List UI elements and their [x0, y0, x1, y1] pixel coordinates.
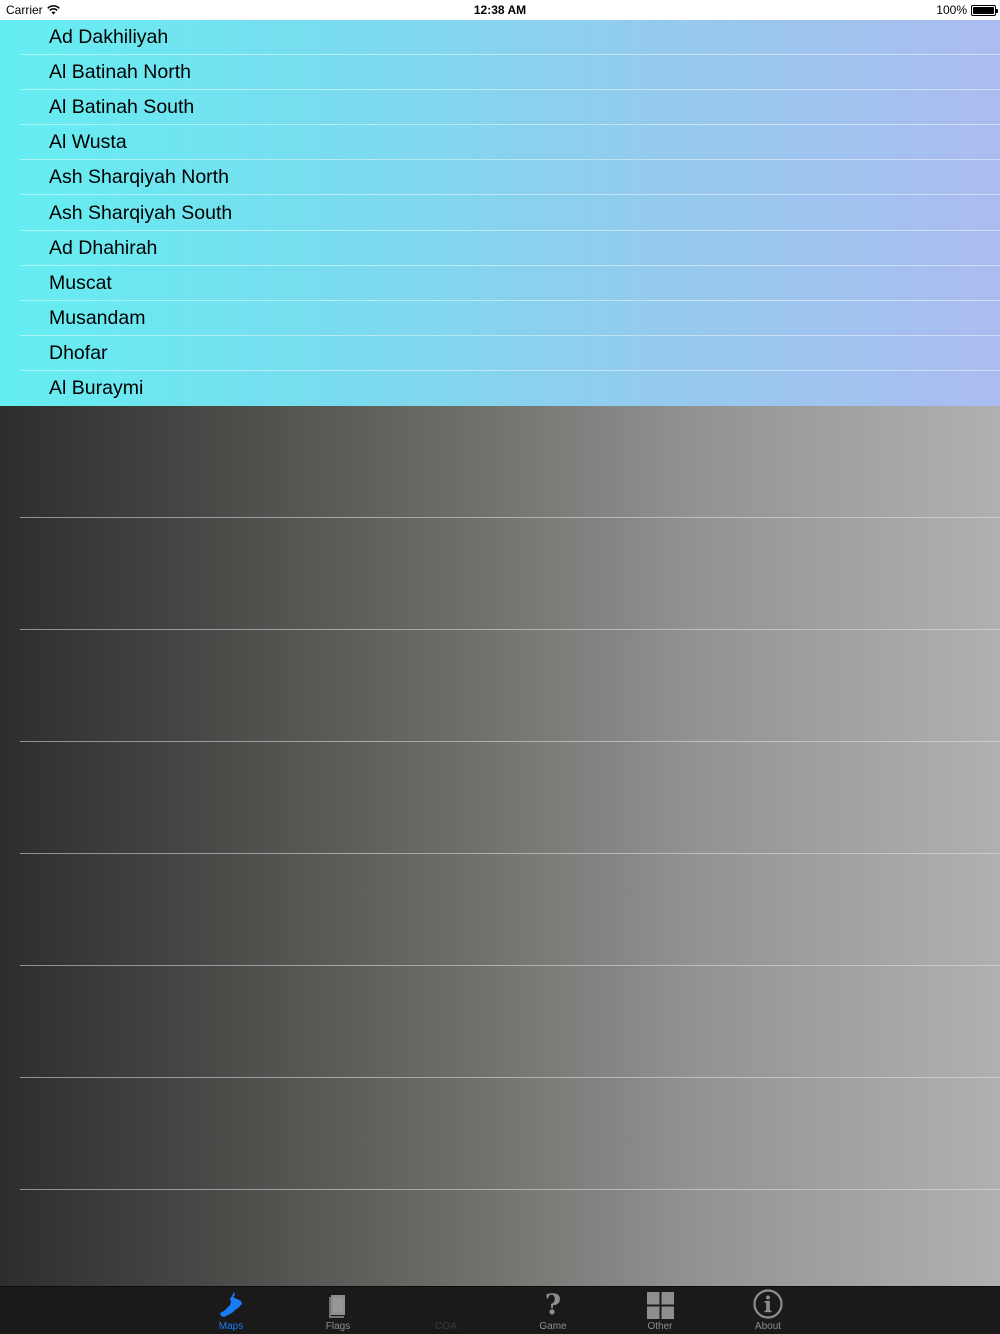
empty-row	[0, 1078, 1000, 1190]
region-label: Ash Sharqiyah South	[49, 201, 233, 224]
region-label: Al Batinah South	[49, 96, 195, 119]
battery-percent: 100%	[936, 3, 967, 17]
tab-bar: Maps Flags COA ? Game Other About	[0, 1286, 1000, 1334]
region-label: Al Buraymi	[49, 376, 144, 399]
empty-row	[0, 406, 1000, 518]
region-row[interactable]: Muscat	[0, 266, 1000, 301]
region-row[interactable]: Musandam	[0, 301, 1000, 336]
region-label: Al Wusta	[49, 131, 127, 154]
oman-map-icon	[220, 1292, 242, 1317]
empty-row	[0, 518, 1000, 630]
empty-row	[0, 630, 1000, 742]
question-mark-icon: ?	[544, 1288, 562, 1321]
empty-row	[0, 854, 1000, 966]
region-row[interactable]: Ad Dakhiliyah	[0, 20, 1000, 56]
status-right: 100%	[936, 3, 998, 17]
region-label: Musandam	[49, 306, 146, 329]
tab-label: About	[754, 1321, 782, 1332]
tab-about[interactable]: About	[728, 1287, 808, 1334]
empty-row	[0, 742, 1000, 854]
region-label: Muscat	[49, 271, 112, 294]
tab-label: COA	[435, 1321, 457, 1332]
region-row[interactable]: Ad Dhahirah	[0, 231, 1000, 266]
battery-icon	[971, 4, 998, 16]
tab-coa[interactable]: COA	[406, 1287, 486, 1334]
empty-row	[0, 966, 1000, 1078]
tab-label: Flags	[325, 1321, 351, 1332]
region-label: Ash Sharqiyah North	[49, 166, 229, 189]
region-row[interactable]: Al Batinah South	[0, 90, 1000, 126]
battery-fill	[973, 6, 994, 14]
region-row[interactable]: Al Wusta	[0, 125, 1000, 161]
tab-label: Game	[539, 1321, 567, 1332]
tab-flags[interactable]: Flags	[298, 1287, 378, 1334]
tab-label: Maps	[218, 1321, 244, 1332]
tab-label: Other	[647, 1321, 673, 1332]
flag-book-icon	[329, 1295, 345, 1318]
region-row[interactable]: Dhofar	[0, 336, 1000, 372]
region-row[interactable]: Ash Sharqiyah North	[0, 160, 1000, 196]
status-bar: Carrier 12:38 AM 100%	[0, 0, 1000, 20]
region-row[interactable]: Al Buraymi	[0, 371, 1000, 406]
region-row[interactable]: Al Batinah North	[0, 55, 1000, 91]
grid-icon	[646, 1292, 674, 1319]
status-time: 12:38 AM	[473, 3, 527, 17]
region-row[interactable]: Ash Sharqiyah South	[0, 195, 1000, 231]
region-label: Ad Dakhiliyah	[49, 26, 169, 49]
region-list: Ad Dakhiliyah Al Batinah North Al Batinah …	[0, 20, 1000, 406]
region-label: Al Batinah North	[49, 61, 191, 84]
empty-list-area	[0, 406, 1000, 1286]
region-label: Ad Dhahirah	[49, 236, 158, 259]
region-label: Dhofar	[49, 341, 108, 364]
tab-maps[interactable]: Maps	[191, 1287, 271, 1334]
tab-other[interactable]: Other	[620, 1287, 700, 1334]
info-icon	[753, 1289, 783, 1319]
tab-game[interactable]: ? Game	[513, 1287, 593, 1334]
